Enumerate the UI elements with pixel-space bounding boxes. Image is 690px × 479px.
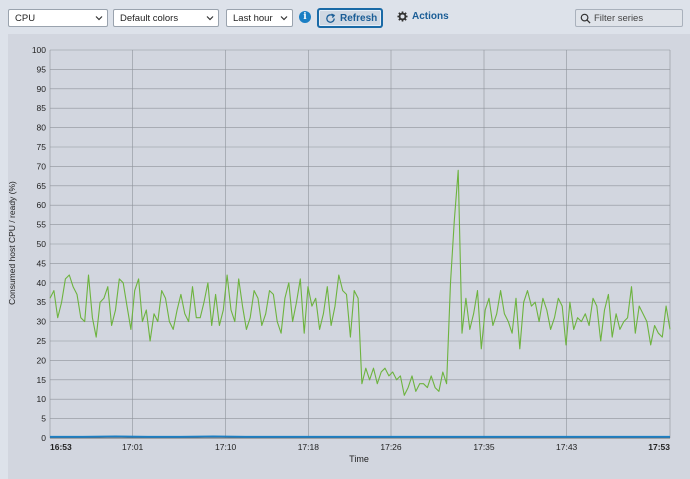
actions-menu[interactable]: Actions [397,11,449,22]
y-tick-label: 85 [37,103,47,113]
search-icon [580,13,591,24]
y-tick-label: 90 [37,84,47,94]
x-tick-label: 17:43 [556,442,578,452]
y-tick-label: 75 [37,142,47,152]
toolbar: CPU Default colors Last hour i Refresh A… [0,0,690,34]
y-axis-label: Consumed host CPU / ready (%) [8,181,17,305]
y-tick-label: 30 [37,317,47,327]
y-tick-label: 95 [37,64,47,74]
y-tick-label: 40 [37,278,47,288]
x-tick-label: 17:18 [298,442,320,452]
x-tick-label: 17:35 [473,442,495,452]
x-tick-label: 17:01 [122,442,144,452]
time-range-select-value: Last hour [233,13,273,24]
filter-series-input[interactable]: Filter series [575,9,683,27]
y-tick-label: 15 [37,375,47,385]
y-tick-label: 45 [37,258,47,268]
y-tick-label: 60 [37,200,47,210]
y-tick-label: 35 [37,297,47,307]
refresh-label: Refresh [340,13,378,24]
x-tick-label: 17:10 [215,442,237,452]
metric-select[interactable]: CPU [8,9,108,27]
info-icon[interactable]: i [299,11,311,23]
y-tick-label: 65 [37,181,47,191]
actions-label: Actions [412,11,449,22]
metric-select-value: CPU [15,13,36,24]
y-tick-label: 55 [37,220,47,230]
chevron-down-icon [95,16,103,21]
x-tick-label: 17:26 [380,442,402,452]
y-tick-label: 50 [37,239,47,249]
y-tick-label: 5 [41,414,46,424]
y-tick-label: 0 [41,433,46,443]
colors-select[interactable]: Default colors [113,9,219,27]
y-tick-label: 25 [37,336,47,346]
y-tick-label: 70 [37,161,47,171]
gear-icon [397,11,408,22]
time-range-select[interactable]: Last hour [226,9,293,27]
refresh-icon [326,13,336,23]
y-tick-label: 20 [37,355,47,365]
x-tick-label: 17:53 [648,442,670,452]
chevron-down-icon [280,16,288,21]
y-tick-label: 10 [37,394,47,404]
cpu-chart: 0 5 10 15 20 25 30 35 40 45 50 55 60 65 70 75 80 85 90 95 10… [7,45,671,464]
x-tick-label: 16:53 [50,442,72,452]
chevron-down-icon [206,16,214,21]
refresh-button[interactable]: Refresh [317,8,383,28]
x-axis-label: Time [349,454,369,464]
colors-select-value: Default colors [120,13,179,24]
chart-panel: 0 5 10 15 20 25 30 35 40 45 50 55 60 65 70 75 80 85 90 95 10… [7,34,690,479]
y-tick-label: 80 [37,123,47,133]
filter-placeholder: Filter series [594,13,644,24]
y-tick-label: 100 [32,45,46,55]
